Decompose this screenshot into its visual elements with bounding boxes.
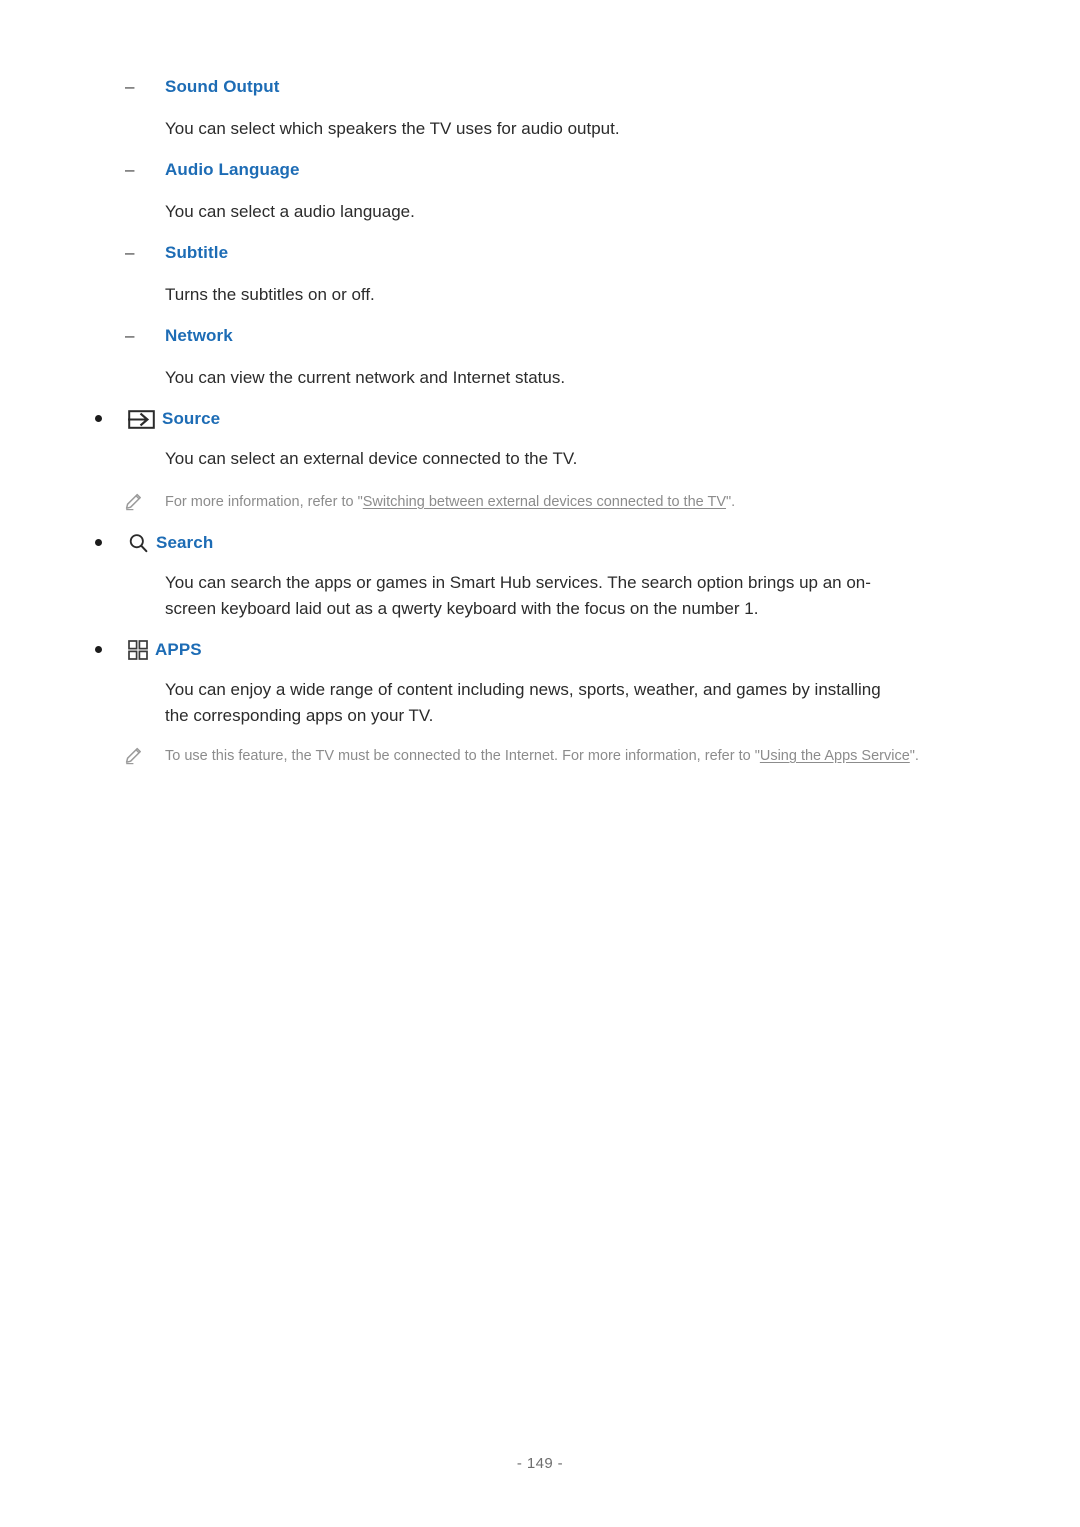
body-source: You can select an external device connec… [165, 449, 578, 468]
bullet-label-apps[interactable]: APPS [155, 637, 202, 663]
body-sound-output: You can select which speakers the TV use… [165, 119, 620, 138]
bullet-item-apps[interactable]: APPS [0, 637, 1080, 663]
body-audio-language: You can select a audio language. [165, 202, 415, 221]
bullet-dot [95, 646, 102, 653]
manual-page: – Sound Output You can select which spea… [0, 0, 1080, 1527]
bullet-dot [95, 415, 102, 422]
pencil-icon [124, 747, 142, 772]
sub-heading-sound-output[interactable]: Sound Output [165, 77, 280, 96]
sub-item-subtitle: – Subtitle [0, 240, 1080, 266]
bullet-dot [95, 539, 102, 546]
apps-grid-icon [128, 640, 148, 660]
note-apps-suffix: ". [909, 748, 919, 764]
bullet-label-source[interactable]: Source [162, 406, 220, 432]
page-number: - 149 - [516, 1455, 564, 1472]
dash-marker: – [125, 77, 135, 96]
pencil-icon [124, 493, 142, 518]
bullet-label-search[interactable]: Search [156, 530, 213, 556]
note-source-link[interactable]: Switching between external devices conne… [363, 494, 726, 510]
dash-marker: – [125, 326, 135, 345]
body-search: You can search the apps or games in Smar… [165, 573, 871, 618]
sub-item-network: – Network [0, 323, 1080, 349]
note-source-prefix: For more information, refer to " [165, 494, 363, 510]
source-arrow-box-icon [128, 409, 155, 429]
section-audio-language: – Audio Language You can select a audio … [0, 157, 1080, 225]
note-apps-prefix: To use this feature, the TV must be conn… [165, 748, 760, 764]
section-source: Source You can select an external device… [0, 406, 1080, 472]
note-apps: To use this feature, the TV must be conn… [0, 745, 1040, 767]
search-magnifier-icon [128, 533, 149, 553]
note-source: For more information, refer to "Switchin… [0, 491, 1040, 513]
bullet-item-source[interactable]: Source [0, 406, 1080, 432]
section-apps: APPS You can enjoy a wide range of conte… [0, 637, 1080, 729]
bullet-item-search[interactable]: Search [0, 530, 1080, 556]
section-subtitle: – Subtitle Turns the subtitles on or off… [0, 240, 1080, 308]
sub-item-sound-output: – Sound Output [0, 74, 1080, 100]
sub-heading-subtitle[interactable]: Subtitle [165, 243, 228, 262]
section-sound-output: – Sound Output You can select which spea… [0, 74, 1080, 142]
note-source-suffix: ". [726, 494, 736, 510]
body-network: You can view the current network and Int… [165, 368, 566, 387]
section-search: Search You can search the apps or games … [0, 530, 1080, 622]
note-apps-link[interactable]: Using the Apps Service [760, 748, 910, 764]
sub-heading-network[interactable]: Network [165, 326, 233, 345]
section-network: – Network You can view the current netwo… [0, 323, 1080, 391]
dash-marker: – [125, 243, 135, 262]
body-apps: You can enjoy a wide range of content in… [165, 680, 881, 725]
sub-item-audio-language: – Audio Language [0, 157, 1080, 183]
sub-heading-audio-language[interactable]: Audio Language [165, 160, 300, 179]
dash-marker: – [125, 160, 135, 179]
body-subtitle: Turns the subtitles on or off. [165, 285, 375, 304]
